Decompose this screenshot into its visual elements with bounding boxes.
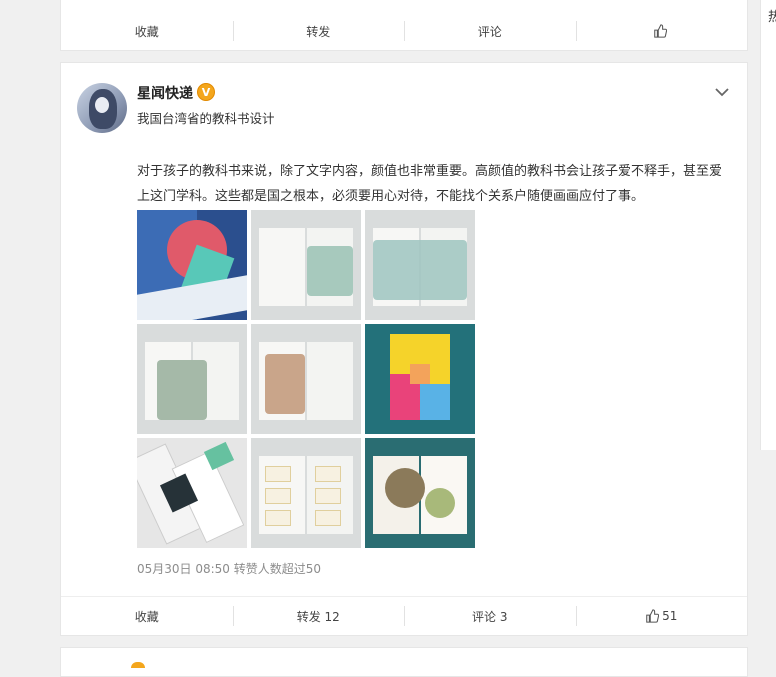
like-count: 51 xyxy=(662,609,678,623)
sidebar-label: 热 xyxy=(768,10,776,25)
post-image-2[interactable] xyxy=(251,210,361,320)
post-image-3[interactable] xyxy=(365,210,475,320)
favorite-label: 收藏 xyxy=(134,24,159,39)
post-image-4[interactable] xyxy=(137,324,247,434)
post-image-7[interactable] xyxy=(137,438,247,548)
post-image-6[interactable] xyxy=(365,324,475,434)
user-description: 我国台湾省的教科书设计 xyxy=(137,111,275,126)
post-text: 对于孩子的教科书来说，除了文字内容，颜值也非常重要。高颜值的教科书会让孩子爱不释… xyxy=(137,164,723,204)
post-meta: 05月30日 08:50 转赞人数超过50 xyxy=(137,562,322,576)
favorite-label: 收藏 xyxy=(134,609,159,624)
like-button[interactable] xyxy=(575,12,748,50)
comment-button[interactable]: 评论 3 xyxy=(404,597,576,635)
post-card: 星闻快递 V 我国台湾省的教科书设计 对于孩子的教科书来说，除了文字内容，颜值也… xyxy=(60,62,748,636)
like-button[interactable]: 51 xyxy=(575,597,748,635)
verified-badge-icon xyxy=(131,662,145,668)
right-sidebar: 热 xyxy=(760,0,776,450)
previous-post-card: 收藏 转发 评论 xyxy=(60,0,748,51)
repost-button[interactable]: 转发 12 xyxy=(232,597,405,635)
post-image-8[interactable] xyxy=(251,438,361,548)
post-image-1[interactable] xyxy=(137,210,247,320)
comment-label: 评论 xyxy=(477,24,502,39)
repost-button[interactable]: 转发 xyxy=(232,12,405,50)
avatar[interactable] xyxy=(77,83,127,133)
post-image-9[interactable] xyxy=(365,438,475,548)
post-actions: 收藏 转发 12 评论 3 51 xyxy=(61,596,747,635)
comment-button[interactable]: 评论 xyxy=(404,12,576,50)
previous-post-actions: 收藏 转发 评论 xyxy=(61,12,747,50)
favorite-button[interactable]: 收藏 xyxy=(61,12,233,50)
verified-badge-icon: V xyxy=(197,83,215,101)
image-grid xyxy=(137,210,475,548)
post-image-5[interactable] xyxy=(251,324,361,434)
chevron-down-icon[interactable] xyxy=(715,87,729,97)
comment-label: 评论 3 xyxy=(472,609,508,624)
thumbs-up-icon xyxy=(653,24,667,38)
user-name[interactable]: 星闻快递 xyxy=(137,83,193,103)
next-post-card xyxy=(60,647,748,677)
repost-label: 转发 xyxy=(306,24,331,39)
repost-label: 转发 12 xyxy=(296,609,340,624)
thumbs-up-icon xyxy=(646,609,660,623)
favorite-button[interactable]: 收藏 xyxy=(61,597,233,635)
